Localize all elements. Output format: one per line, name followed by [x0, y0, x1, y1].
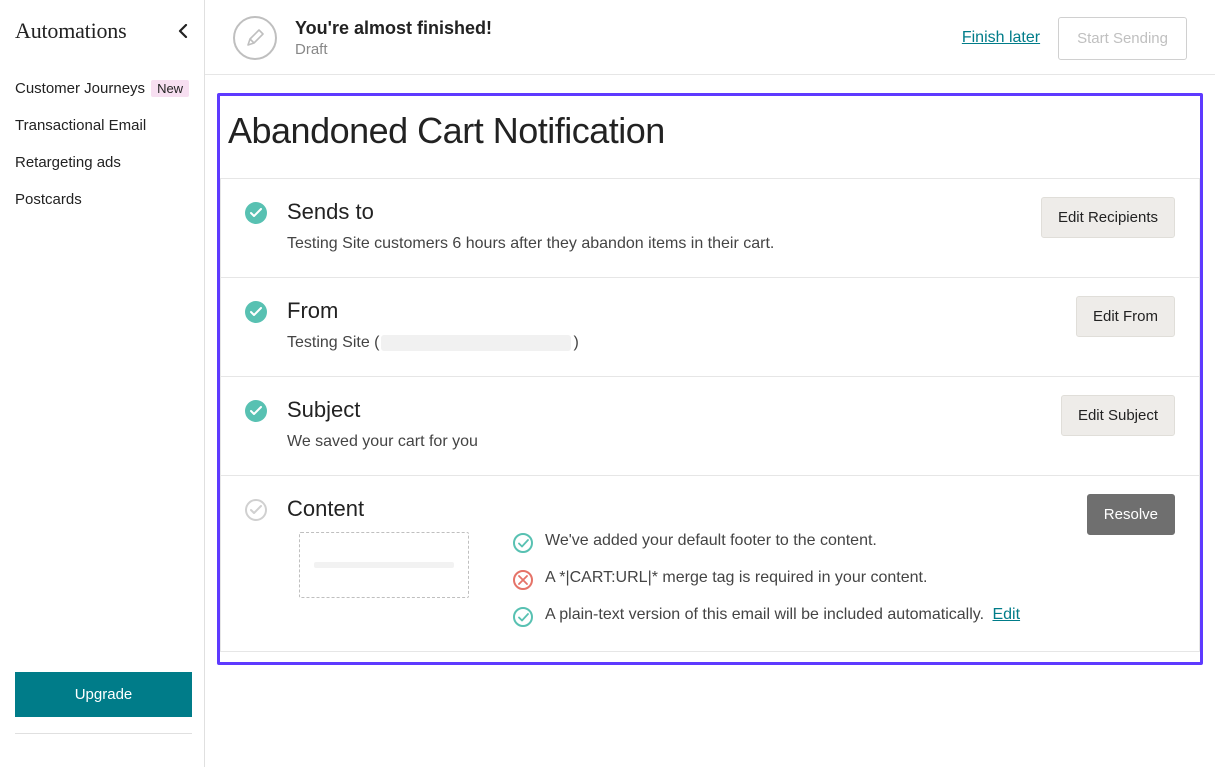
section-title: Subject	[287, 397, 1175, 423]
topbar-subtitle: Draft	[295, 41, 492, 58]
check-complete-icon	[245, 400, 267, 422]
sidebar: Automations Customer Journeys New Transa…	[0, 0, 205, 767]
check-ok-icon	[513, 533, 533, 553]
new-badge: New	[151, 80, 189, 97]
page-title: Abandoned Cart Notification	[220, 102, 1200, 178]
highlight-box: Abandoned Cart Notification Edit Recipie…	[217, 93, 1203, 665]
section-content: Resolve Content	[221, 476, 1199, 652]
sidebar-divider	[15, 733, 192, 755]
main: You're almost finished! Draft Finish lat…	[205, 0, 1215, 767]
topbar: You're almost finished! Draft Finish lat…	[205, 0, 1215, 75]
sections-list: Edit Recipients Sends to Testing Site cu…	[220, 178, 1200, 652]
sidebar-item-label: Retargeting ads	[15, 154, 121, 171]
checklist-text: We've added your default footer to the c…	[545, 532, 877, 550]
chevron-left-icon[interactable]	[174, 22, 192, 40]
check-complete-icon	[245, 202, 267, 224]
edit-from-button[interactable]: Edit From	[1076, 296, 1175, 337]
finish-later-link[interactable]: Finish later	[962, 29, 1040, 47]
edit-recipients-button[interactable]: Edit Recipients	[1041, 197, 1175, 238]
checklist-body: A plain-text version of this email will …	[545, 606, 984, 623]
sidebar-item-label: Transactional Email	[15, 117, 146, 134]
sidebar-item-label: Customer Journeys	[15, 80, 145, 97]
sidebar-item-customer-journeys[interactable]: Customer Journeys New	[15, 70, 192, 107]
content-thumbnail[interactable]	[299, 532, 469, 598]
section-title: Content	[287, 496, 1175, 522]
section-desc: Testing Site ()	[287, 334, 1175, 352]
content-checklist: We've added your default footer to the c…	[513, 532, 1020, 627]
checklist-item: A plain-text version of this email will …	[513, 606, 1020, 627]
check-error-icon	[513, 570, 533, 590]
thumbnail-placeholder	[314, 562, 454, 568]
sidebar-item-postcards[interactable]: Postcards	[15, 181, 192, 218]
check-complete-icon	[245, 301, 267, 323]
topbar-text: You're almost finished! Draft	[295, 18, 492, 58]
checklist-text: A plain-text version of this email will …	[545, 606, 1020, 624]
sidebar-title: Automations	[15, 18, 126, 44]
section-sends-to: Edit Recipients Sends to Testing Site cu…	[221, 179, 1199, 278]
content-area: Abandoned Cart Notification Edit Recipie…	[205, 75, 1215, 767]
edit-subject-button[interactable]: Edit Subject	[1061, 395, 1175, 436]
upgrade-button[interactable]: Upgrade	[15, 672, 192, 717]
section-desc: We saved your cart for you	[287, 433, 1175, 451]
section-title: From	[287, 298, 1175, 324]
sidebar-item-retargeting-ads[interactable]: Retargeting ads	[15, 144, 192, 181]
topbar-title: You're almost finished!	[295, 18, 492, 39]
check-incomplete-icon	[245, 499, 267, 521]
checklist-text: A *|CART:URL|* merge tag is required in …	[545, 569, 927, 587]
edit-plaintext-link[interactable]: Edit	[992, 606, 1020, 623]
start-sending-button[interactable]: Start Sending	[1058, 17, 1187, 60]
checklist-item: A *|CART:URL|* merge tag is required in …	[513, 569, 1020, 590]
section-from: Edit From From Testing Site ()	[221, 278, 1199, 377]
sidebar-item-label: Postcards	[15, 191, 82, 208]
sidebar-item-transactional-email[interactable]: Transactional Email	[15, 107, 192, 144]
checklist-item: We've added your default footer to the c…	[513, 532, 1020, 553]
redacted-email	[381, 335, 571, 351]
pencil-icon	[233, 16, 277, 60]
from-suffix: )	[573, 334, 578, 351]
check-ok-icon	[513, 607, 533, 627]
from-prefix: Testing Site (	[287, 334, 379, 351]
section-subject: Edit Subject Subject We saved your cart …	[221, 377, 1199, 476]
resolve-button[interactable]: Resolve	[1087, 494, 1175, 535]
sidebar-header: Automations	[15, 18, 192, 44]
